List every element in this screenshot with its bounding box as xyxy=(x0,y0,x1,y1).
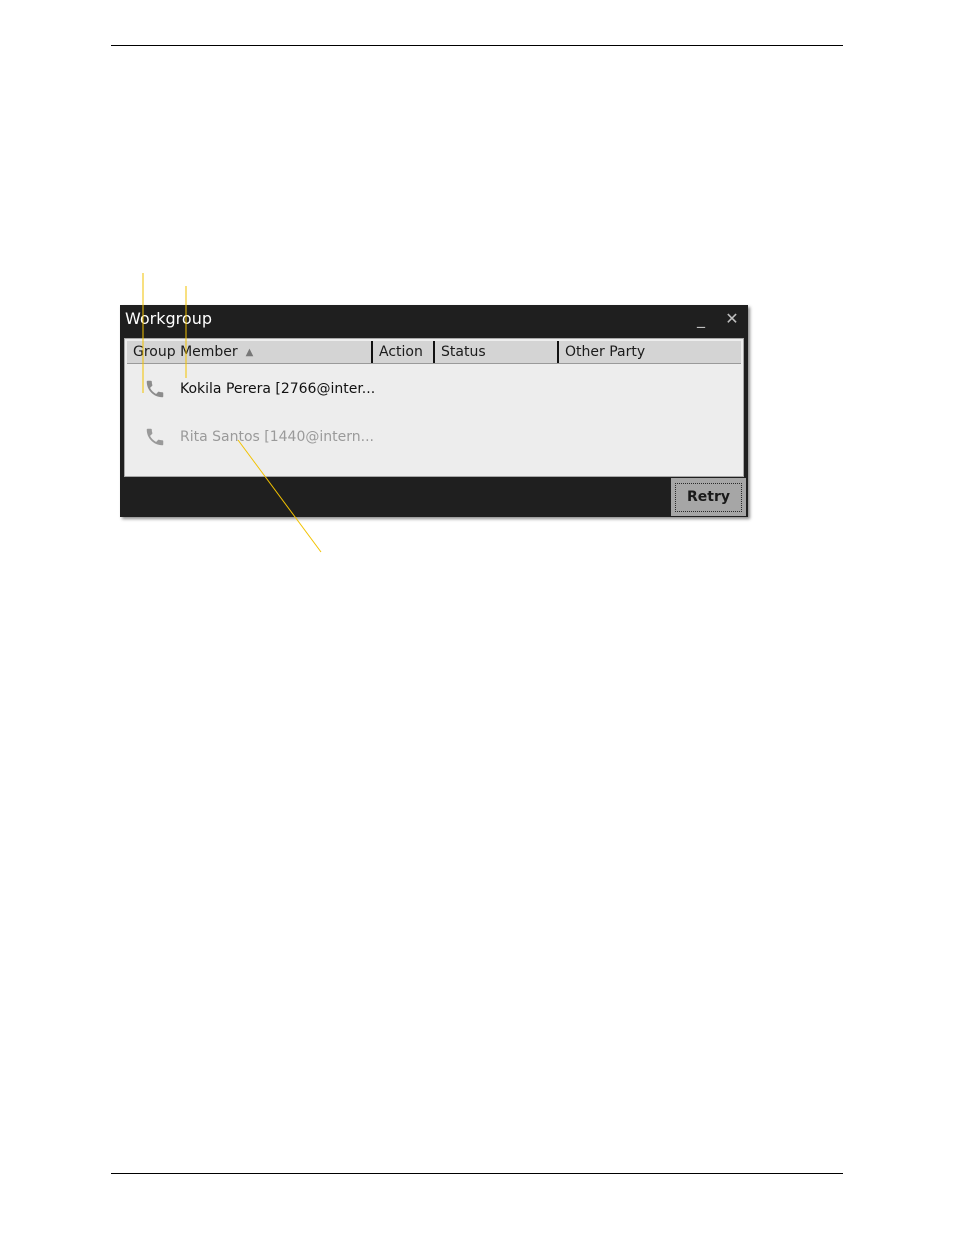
column-header-label: Group Member xyxy=(133,344,238,360)
sort-ascending-icon: ▲ xyxy=(245,347,254,358)
column-header-row: Group Member ▲ Action Status Other Party xyxy=(127,341,741,364)
callout-lines xyxy=(142,273,322,553)
column-header-action[interactable]: Action xyxy=(371,341,433,363)
column-header-group-member[interactable]: Group Member ▲ xyxy=(127,341,371,363)
page-top-rule xyxy=(111,45,843,46)
table-row[interactable]: Kokila Perera [2766@inter... xyxy=(127,367,741,411)
phone-icon xyxy=(143,378,167,400)
minimize-button[interactable]: _ xyxy=(690,308,712,330)
column-header-other-party[interactable]: Other Party xyxy=(557,341,741,363)
retry-button-label: Retry xyxy=(675,483,742,512)
column-header-label: Action xyxy=(379,344,423,360)
group-member-name: Rita Santos [1440@intern... xyxy=(180,429,374,445)
workgroup-window: Workgroup _ ✕ Group Member ▲ Action Statu… xyxy=(120,305,748,517)
window-footer: Retry xyxy=(120,477,748,517)
page-bottom-rule xyxy=(111,1173,843,1174)
retry-button[interactable]: Retry xyxy=(671,478,746,516)
window-titlebar[interactable]: Workgroup _ ✕ xyxy=(120,305,748,333)
column-header-label: Status xyxy=(441,344,486,360)
column-header-status[interactable]: Status xyxy=(433,341,557,363)
phone-icon xyxy=(143,426,167,448)
group-member-name: Kokila Perera [2766@inter... xyxy=(180,381,376,397)
window-title: Workgroup xyxy=(125,309,212,328)
member-list-panel: Group Member ▲ Action Status Other Party … xyxy=(124,338,744,477)
column-header-label: Other Party xyxy=(565,344,646,360)
table-row[interactable]: Rita Santos [1440@intern... xyxy=(127,415,741,459)
close-button[interactable]: ✕ xyxy=(721,308,743,330)
